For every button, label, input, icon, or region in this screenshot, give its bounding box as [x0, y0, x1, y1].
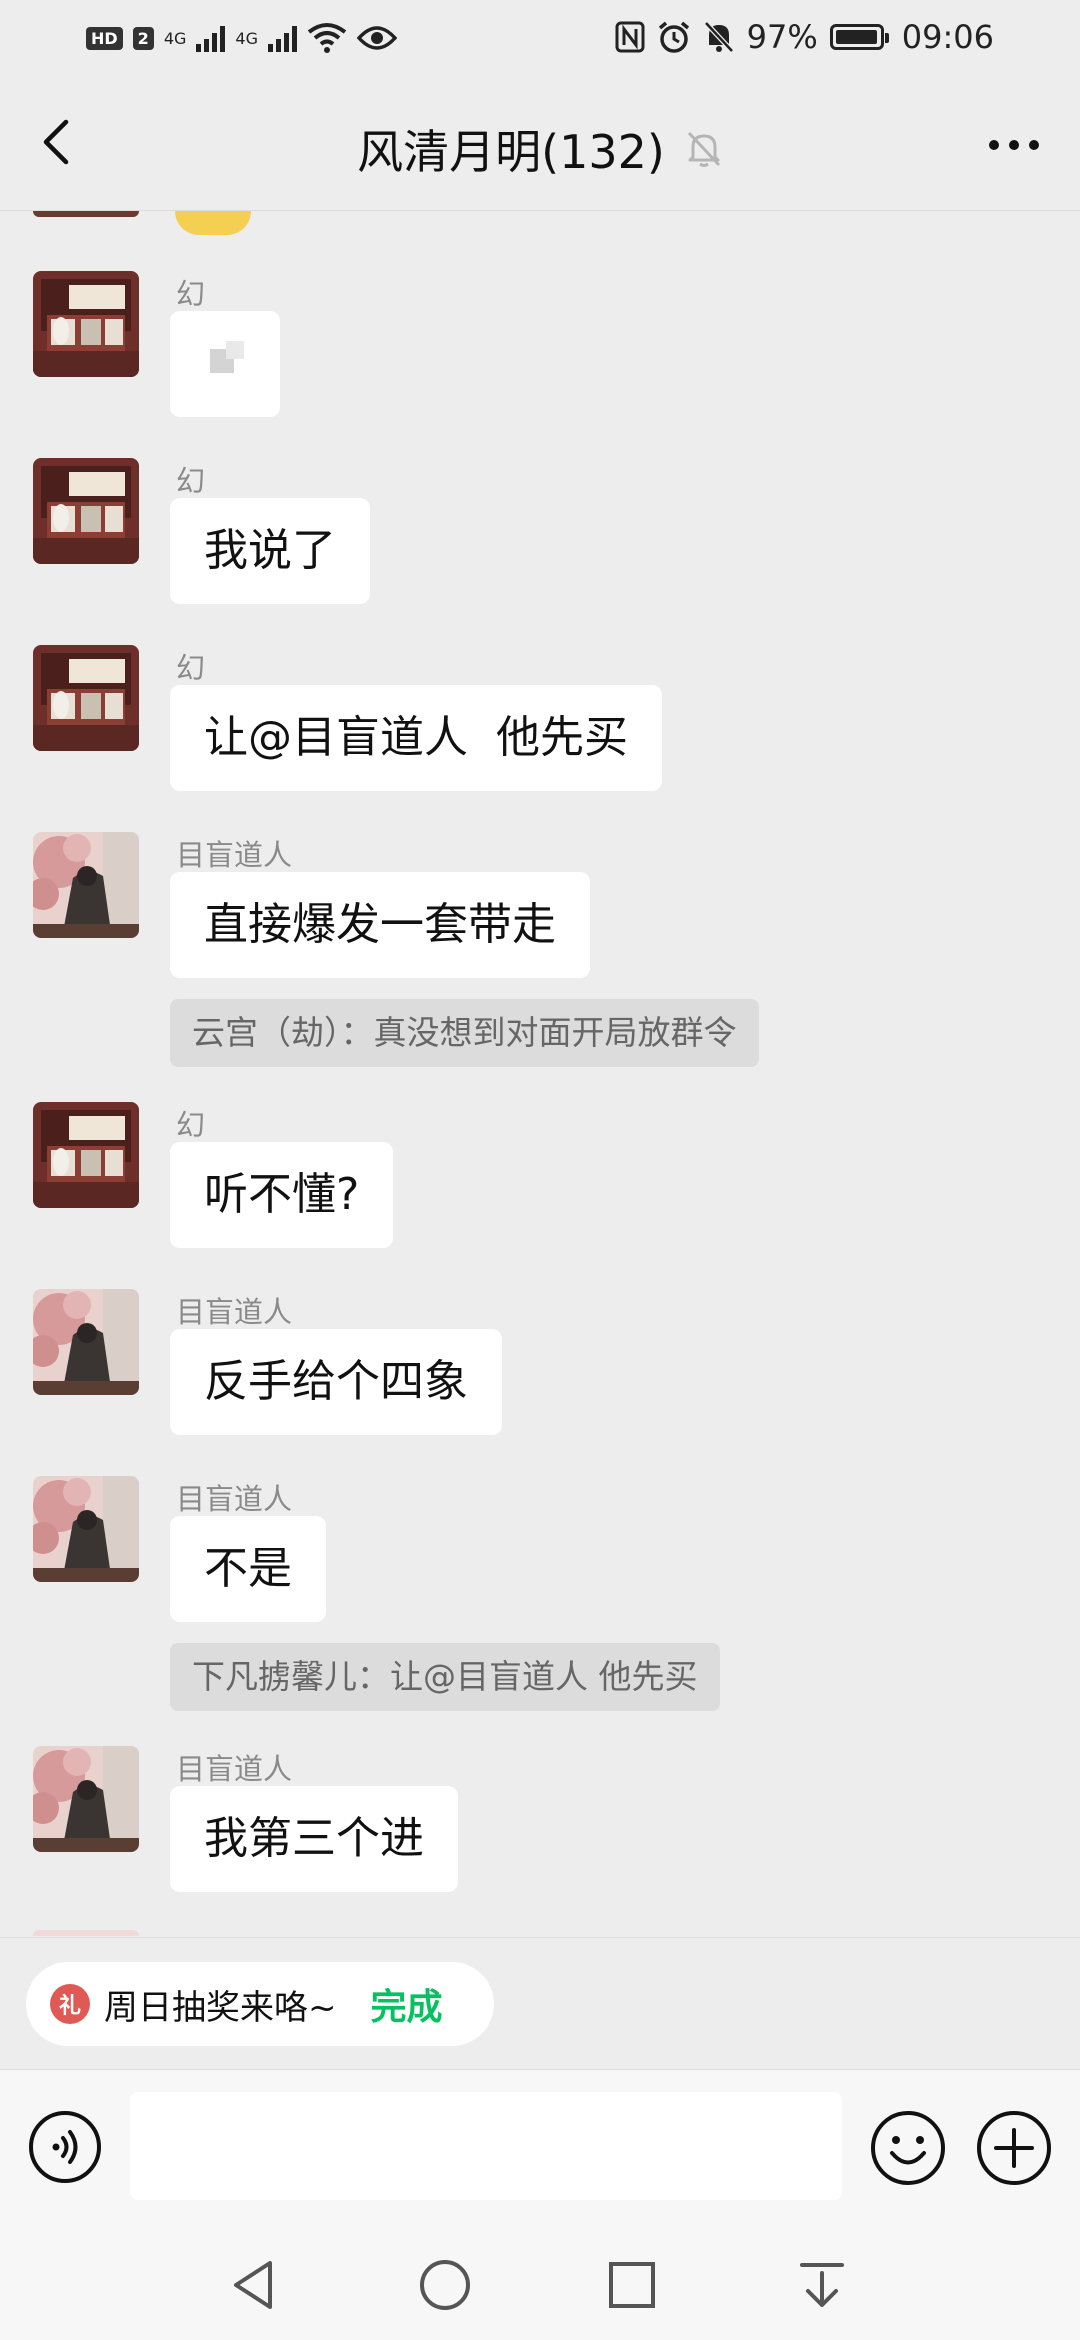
- signal-2-icon: [267, 24, 297, 52]
- avatar[interactable]: [33, 1102, 139, 1208]
- hd-badge: HD: [86, 26, 123, 50]
- avatar[interactable]: [33, 645, 139, 751]
- clock: 09:06: [901, 18, 994, 56]
- nav-home-button[interactable]: [415, 2255, 475, 2315]
- chat-title[interactable]: 风清月明(132): [357, 116, 665, 182]
- message-bubble[interactable]: 不是: [170, 1516, 326, 1622]
- battery-fill: [835, 30, 877, 44]
- avatar[interactable]: [33, 1476, 139, 1582]
- avatar[interactable]: [33, 271, 139, 377]
- sender-name: 幻: [176, 464, 206, 498]
- signal-1-icon: [196, 24, 226, 52]
- input-bar: [0, 2069, 1080, 2220]
- status-left: HD 2 4G 4G: [86, 22, 397, 54]
- nav-recent-button[interactable]: [602, 2255, 662, 2315]
- nav-home-icon: [420, 2260, 470, 2310]
- image-message[interactable]: [170, 311, 280, 417]
- sender-name: 目盲道人: [176, 1752, 293, 1786]
- sender-name: 幻: [176, 651, 206, 685]
- mute-bell-status-icon: [703, 21, 734, 53]
- nav-notification-icon: [800, 2263, 844, 2307]
- image-placeholder-shade: [226, 341, 244, 359]
- more-button[interactable]: [984, 120, 1044, 170]
- prompt-text: 周日抽奖来咯~: [104, 1987, 337, 2028]
- quoted-reply[interactable]: 云宫（劫）：真没想到对面开局放群令: [170, 999, 759, 1067]
- avatar[interactable]: [33, 832, 139, 938]
- message-bubble[interactable]: 我说了: [170, 498, 370, 604]
- nav-back-button[interactable]: [226, 2255, 286, 2315]
- message-input[interactable]: [130, 2092, 842, 2200]
- lottery-prompt[interactable]: 礼 周日抽奖来咯~ 完成: [26, 1962, 494, 2046]
- voice-button[interactable]: [28, 2110, 102, 2184]
- sender-name: 幻: [176, 277, 206, 311]
- avatar[interactable]: [33, 1289, 139, 1395]
- avatar[interactable]: [33, 458, 139, 564]
- nav-recent-icon: [609, 2262, 655, 2308]
- sender-name: 目盲道人: [176, 1482, 293, 1516]
- message-bubble[interactable]: 让@目盲道人 他先买: [170, 685, 662, 791]
- network-type-1: 4G: [163, 28, 187, 48]
- network-type-2: 4G: [235, 28, 258, 48]
- emoji-icon: [871, 2111, 945, 2185]
- more-functions-button[interactable]: [976, 2110, 1052, 2186]
- voice-icon: [29, 2111, 101, 2183]
- done-button[interactable]: 完成: [371, 1978, 443, 2030]
- battery-percent: 97%: [746, 18, 818, 56]
- title-wrap: 风清月明(132): [0, 116, 1080, 182]
- avatar[interactable]: [33, 1746, 139, 1852]
- sender-name: 目盲道人: [176, 1295, 293, 1329]
- status-bar: HD 2 4G 4G 97% 09:06: [0, 0, 1080, 80]
- message-bubble[interactable]: 我第三个进: [170, 1786, 458, 1892]
- partial-sticker: [175, 211, 251, 235]
- message-bubble[interactable]: 听不懂?: [170, 1142, 394, 1248]
- emoji-button[interactable]: [870, 2110, 946, 2186]
- plus-icon: [977, 2111, 1051, 2185]
- sim-badge: 2: [132, 26, 154, 50]
- status-right: 97% 09:06: [615, 18, 994, 56]
- chat-header: 风清月明(132): [0, 80, 1080, 211]
- more-dots-icon: [989, 140, 1039, 150]
- battery-icon: [829, 24, 889, 50]
- nav-back-icon: [234, 2261, 272, 2309]
- gift-icon: 礼: [50, 1984, 90, 2024]
- wifi-icon: [307, 23, 347, 53]
- quoted-reply[interactable]: 下凡掳馨儿：让@目盲道人 他先买: [170, 1643, 720, 1711]
- nav-notification-button[interactable]: [792, 2255, 852, 2315]
- partial-avatar: [33, 1930, 139, 1936]
- system-nav-bar: [0, 2219, 1080, 2340]
- message-bubble[interactable]: 反手给个四象: [170, 1329, 502, 1435]
- nfc-icon: [615, 21, 645, 53]
- sender-name: 幻: [176, 1108, 206, 1142]
- sender-name: 目盲道人: [176, 838, 293, 872]
- eye-icon: [356, 26, 397, 50]
- partial-avatar: [33, 211, 139, 217]
- message-bubble[interactable]: 直接爆发一套带走: [170, 872, 590, 978]
- message-list[interactable]: 幻 幻 我说了 幻 让@目盲道人 他先买 目盲道人 直接爆发一套带走 云宫（劫）…: [0, 211, 1080, 1936]
- muted-bell-icon: [687, 131, 720, 167]
- prompt-area: 礼 周日抽奖来咯~ 完成: [0, 1937, 1080, 2070]
- alarm-icon: [658, 21, 689, 53]
